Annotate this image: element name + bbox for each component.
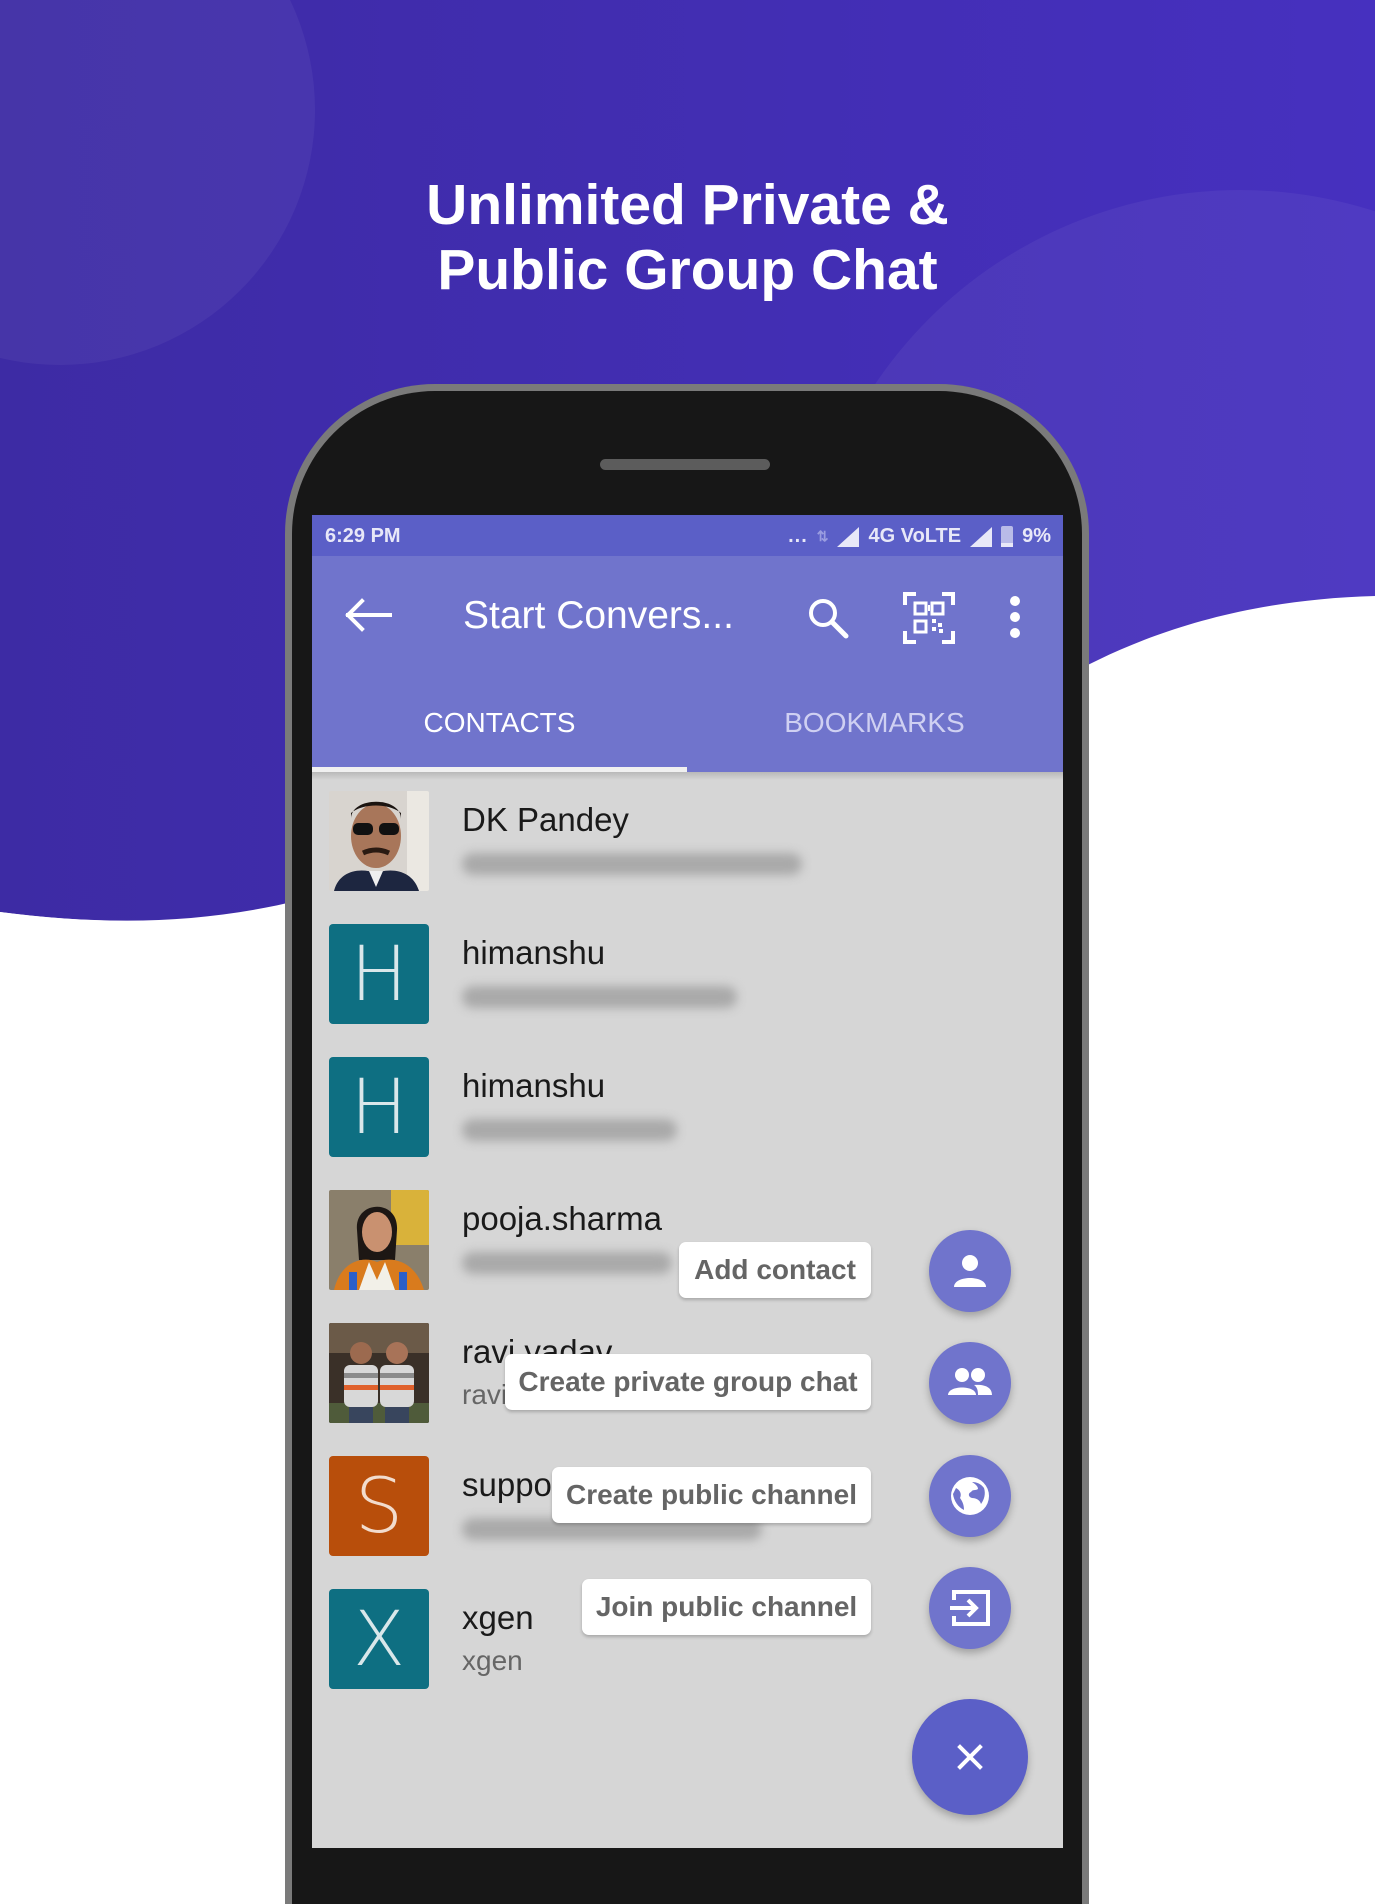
contact-photo-icon	[329, 791, 429, 891]
fab-label-create-public-channel[interactable]: Create public channel	[552, 1467, 871, 1523]
status-icons: ... ⇅ 4G VoLTE 9%	[788, 525, 1051, 548]
contact-subtitle: ravi	[462, 1379, 508, 1410]
create-private-group-button[interactable]	[929, 1342, 1011, 1424]
contact-subtitle-blurred	[462, 980, 737, 1015]
contact-subtitle-blurred	[462, 1113, 677, 1148]
notification-overflow-icon: ...	[788, 525, 808, 547]
promo-headline: Unlimited Private & Public Group Chat	[0, 173, 1375, 303]
status-time: 6:29 PM	[325, 525, 401, 547]
avatar: H	[329, 924, 429, 1024]
contact-subtitle: xgen	[462, 1645, 523, 1676]
avatar: X	[329, 1589, 429, 1689]
person-icon	[954, 1255, 986, 1287]
avatar	[329, 791, 429, 891]
tab-bar: CONTACTS BOOKMARKS	[312, 682, 1063, 772]
contact-name: DK Pandey	[462, 801, 629, 838]
toolbar-title: Start Convers...	[463, 594, 734, 637]
contact-name: pooja.sharma	[462, 1200, 662, 1237]
contact-subtitle-blurred	[462, 847, 802, 882]
join-public-channel-button[interactable]	[929, 1567, 1011, 1649]
avatar: H	[329, 1057, 429, 1157]
signal-icon	[837, 526, 860, 547]
back-arrow-icon[interactable]	[342, 598, 398, 632]
fab-label-add-contact[interactable]: Add contact	[679, 1242, 871, 1298]
contact-name: himanshu	[462, 934, 606, 971]
network-type: 4G VoLTE	[868, 525, 962, 547]
tab-bookmarks[interactable]: BOOKMARKS	[687, 682, 1062, 772]
status-bar: 6:29 PM ... ⇅ 4G VoLTE 9%	[312, 515, 1063, 556]
signal-icon-2	[970, 526, 993, 547]
more-vertical-icon[interactable]	[1002, 593, 1028, 641]
battery-icon	[1001, 526, 1014, 547]
app-toolbar: Start Convers... CONTACTS BOOKMARKS	[312, 556, 1063, 772]
group-icon	[948, 1368, 992, 1395]
create-public-channel-button[interactable]	[929, 1455, 1011, 1537]
contact-subtitle-blurred	[462, 1246, 672, 1281]
tab-contacts[interactable]: CONTACTS	[312, 682, 687, 772]
fab-label-join-public-channel[interactable]: Join public channel	[582, 1579, 871, 1635]
close-icon	[957, 1744, 983, 1770]
search-icon[interactable]	[804, 594, 854, 644]
contact-row[interactable]: DK Pandey	[312, 789, 1063, 922]
qr-code-scan-icon[interactable]	[902, 591, 956, 645]
contact-photo-icon	[329, 1323, 429, 1423]
avatar: S	[329, 1456, 429, 1556]
avatar	[329, 1323, 429, 1423]
contact-name: xgen	[462, 1599, 534, 1636]
close-fab-button[interactable]	[912, 1699, 1028, 1815]
fab-label-create-private-group[interactable]: Create private group chat	[505, 1354, 871, 1410]
phone-screen: 6:29 PM ... ⇅ 4G VoLTE 9% Start Convers.…	[312, 515, 1063, 1848]
headline-line-1: Unlimited Private &	[426, 173, 949, 237]
contact-row[interactable]: H himanshu	[312, 922, 1063, 1055]
avatar	[329, 1190, 429, 1290]
toolbar-shadow	[312, 772, 1063, 780]
data-transfer-icon: ⇅	[816, 528, 829, 544]
contact-row[interactable]: H himanshu	[312, 1055, 1063, 1188]
contact-name: suppo	[462, 1466, 552, 1503]
add-contact-button[interactable]	[929, 1230, 1011, 1312]
battery-percent: 9%	[1022, 525, 1051, 547]
headline-line-2: Public Group Chat	[437, 238, 938, 302]
globe-icon	[951, 1477, 989, 1515]
phone-speaker	[600, 459, 770, 470]
input-enter-icon	[950, 1590, 990, 1626]
contact-photo-icon	[329, 1190, 429, 1290]
contact-name: himanshu	[462, 1067, 606, 1104]
